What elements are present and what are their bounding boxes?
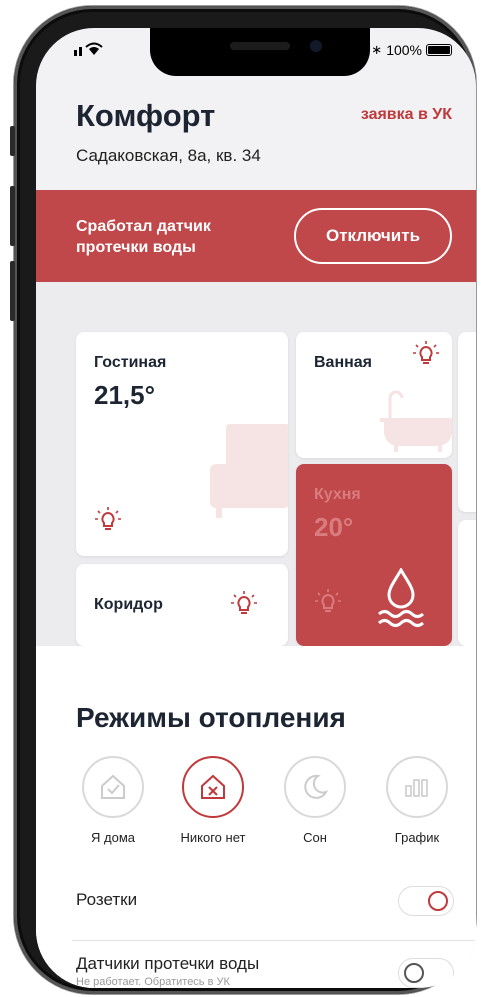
toggle-knob — [404, 963, 424, 983]
room-temp: 20° — [314, 512, 354, 542]
room-name: Гостиная — [94, 354, 167, 371]
moon-icon[interactable] — [284, 756, 346, 818]
bluetooth-icon: ∗ — [371, 42, 383, 57]
home-check-icon[interactable] — [82, 756, 144, 818]
battery-icon — [426, 44, 452, 56]
heating-modes-section: Режимы отопления Я дома Никого нет Сон Г… — [36, 646, 476, 988]
mode-away[interactable]: Никого нет — [174, 756, 252, 845]
status-left — [74, 42, 114, 59]
phone-frame: ∗ 100% Комфорт Садаковская, 8а, кв. 34 з… — [10, 6, 476, 994]
divider — [72, 940, 476, 941]
mode-label: Никого нет — [180, 830, 246, 845]
leak-sensors-toggle[interactable] — [398, 958, 454, 988]
leak-alert-banner: Сработал датчик протечки воды Отключить — [36, 190, 476, 282]
room-name: Ванная — [314, 354, 373, 371]
room-card-corridor[interactable]: Коридор — [76, 564, 288, 646]
rooms-grid: Гостиная 21,5° Ванная Кухня 20° Коридор — [36, 282, 476, 646]
mode-label: Я дома — [91, 830, 135, 845]
mode-label: График — [394, 830, 440, 845]
section-title: Режимы отопления — [76, 702, 346, 733]
light-bulb-icon[interactable] — [230, 590, 258, 618]
toggle-row-leak-sensors: Датчики протечки воды Не работает. Обрат… — [76, 954, 454, 988]
mode-sleep[interactable]: Сон — [276, 756, 354, 845]
toggle-sublabel: Не работает. Обратитесь в УК — [76, 976, 230, 988]
app-screen: ∗ 100% Комфорт Садаковская, 8а, кв. 34 з… — [36, 28, 476, 988]
room-temp: 21,5° — [94, 380, 156, 410]
wifi-icon — [74, 42, 103, 56]
alert-message: Сработал датчик протечки воды — [76, 218, 211, 256]
room-name: Кухня — [314, 486, 361, 503]
front-camera — [310, 40, 322, 52]
schedule-bars-icon[interactable] — [386, 756, 448, 818]
mode-home[interactable]: Я дома — [74, 756, 152, 845]
bathtub-icon — [380, 390, 452, 452]
volume-up-button — [10, 186, 15, 246]
header: Комфорт Садаковская, 8а, кв. 34 заявка в… — [76, 98, 452, 166]
room-card-partial[interactable] — [458, 332, 476, 512]
toggle-knob — [428, 891, 448, 911]
volume-down-button — [10, 261, 15, 321]
status-right: ∗ 100% — [371, 42, 452, 58]
notch — [150, 28, 370, 76]
sockets-toggle[interactable] — [398, 886, 454, 916]
room-card-partial[interactable] — [458, 520, 476, 646]
room-name: Коридор — [94, 596, 163, 613]
mute-switch — [10, 126, 15, 156]
room-card-living[interactable]: Гостиная 21,5° — [76, 332, 288, 556]
home-cross-icon[interactable] — [182, 756, 244, 818]
battery-percent: 100% — [386, 42, 422, 58]
sofa-icon — [210, 424, 288, 518]
water-leak-icon — [377, 568, 425, 627]
light-bulb-icon[interactable] — [412, 340, 440, 368]
disable-alert-button[interactable]: Отключить — [294, 208, 452, 264]
mode-schedule[interactable]: График — [378, 756, 456, 845]
address: Садаковская, 8а, кв. 34 — [76, 146, 261, 165]
mode-label: Сон — [303, 830, 327, 845]
room-card-bathroom[interactable]: Ванная — [296, 332, 452, 458]
room-card-kitchen[interactable]: Кухня 20° — [296, 464, 452, 646]
light-bulb-icon[interactable] — [94, 506, 122, 534]
speaker — [230, 42, 290, 50]
light-bulb-icon[interactable] — [314, 588, 342, 616]
toggle-row-sockets: Розетки — [76, 886, 454, 916]
request-link[interactable]: заявка в УК — [361, 106, 452, 124]
